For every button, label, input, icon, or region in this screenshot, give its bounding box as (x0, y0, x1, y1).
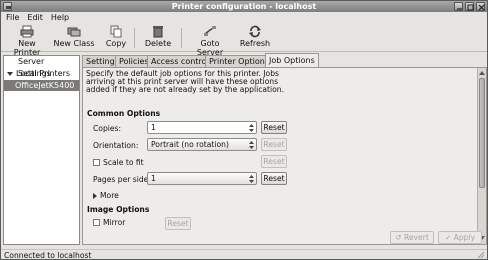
tab-job-options[interactable]: Job Options (265, 53, 319, 67)
status-bar: Connected to localhost (1, 249, 487, 260)
server-settings-item[interactable]: Server Settings (4, 56, 79, 78)
copies-value: 1 (151, 123, 156, 132)
copies-spinner[interactable]: 1 (147, 121, 257, 134)
expander-down-icon[interactable] (7, 71, 13, 76)
pages-per-side-value: 1 (151, 174, 156, 183)
apply-label: Apply (453, 233, 476, 242)
orientation-select[interactable]: Portrait (no rotation) (147, 138, 257, 151)
connect-icon (204, 26, 216, 36)
mirror-checkbox[interactable] (93, 219, 100, 226)
printer-config-window: Printer configuration - localhost File E… (0, 0, 488, 260)
scroll-up-icon[interactable] (479, 70, 485, 76)
image-options-heading: Image Options (87, 205, 150, 214)
combo-arrows-icon (249, 141, 254, 149)
copies-label: Copies: (93, 124, 122, 133)
pages-reset-button[interactable]: Reset (261, 172, 287, 185)
copy-icon (110, 25, 122, 38)
panel-scrollbar[interactable] (477, 68, 486, 244)
scale-to-fit-checkbox[interactable] (93, 159, 100, 166)
pages-per-side-select[interactable]: 1 (147, 172, 257, 185)
minimize-icon[interactable] (454, 2, 463, 11)
class-icon (67, 27, 81, 37)
menu-file[interactable]: File (6, 12, 19, 24)
printer-tree: Server Settings Local Printers OfficeJet… (3, 55, 80, 245)
title-bar: Printer configuration - localhost (1, 1, 487, 12)
revert-button[interactable]: ↺ Revert (390, 231, 434, 244)
copy-label: Copy (105, 39, 127, 48)
toolbar: New Printer New Class Copy Delete Goto S… (1, 24, 487, 57)
tab-bar: Settings Policies Access control Printer… (82, 53, 487, 67)
combo-arrows-icon (249, 175, 254, 183)
local-printers-label: Local Printers (16, 69, 71, 78)
revert-label: Revert (403, 233, 429, 242)
tab-printer-options[interactable]: Printer Options (205, 55, 274, 67)
window-title: Printer configuration - localhost (171, 2, 317, 11)
trash-icon (153, 26, 163, 38)
printer-item-officejet[interactable]: OfficeJetK5400 (4, 80, 79, 91)
menu-bar: File Edit Help (1, 12, 487, 24)
job-options-panel: Specify the default job options for this… (82, 67, 487, 245)
orientation-value: Portrait (no rotation) (151, 140, 229, 149)
expander-right-icon (93, 193, 97, 199)
scroll-thumb[interactable] (479, 78, 485, 188)
mirror-reset-button[interactable]: Reset (165, 217, 191, 230)
apply-icon: ✓ (444, 233, 454, 242)
refresh-icon (249, 25, 261, 38)
new-printer-button[interactable]: New Printer (5, 25, 49, 57)
delete-label: Delete (144, 39, 172, 48)
toolbar-separator (134, 28, 135, 48)
tab-access-control[interactable]: Access control (147, 55, 213, 67)
revert-icon: ↺ (395, 233, 404, 242)
more-label: More (100, 191, 119, 200)
refresh-label: Refresh (239, 39, 271, 48)
mirror-label: Mirror (103, 218, 126, 227)
local-printers-group[interactable]: Local Printers (4, 68, 79, 80)
copies-reset-button[interactable]: Reset (261, 121, 287, 134)
toolbar-separator (181, 28, 182, 48)
new-class-label: New Class (53, 39, 95, 48)
close-icon[interactable] (476, 2, 485, 11)
orientation-reset-button[interactable]: Reset (261, 138, 287, 151)
new-class-button[interactable]: New Class (53, 25, 95, 48)
maximize-icon[interactable] (465, 2, 474, 11)
orientation-label: Orientation: (93, 141, 139, 150)
menu-edit[interactable]: Edit (27, 12, 43, 24)
common-options-heading: Common Options (87, 109, 161, 118)
scale-to-fit-label: Scale to fit (103, 158, 144, 167)
pages-per-side-label: Pages per side: (93, 175, 151, 184)
resize-grip-icon[interactable] (477, 251, 485, 259)
job-options-description: Specify the default job options for this… (86, 69, 285, 94)
more-expander[interactable]: More (93, 191, 119, 200)
window-menu-icon[interactable] (3, 2, 12, 11)
printer-add-icon (20, 25, 34, 38)
menu-help[interactable]: Help (51, 12, 69, 24)
refresh-button[interactable]: Refresh (239, 25, 271, 48)
status-text: Connected to localhost (4, 251, 92, 260)
scale-reset-button[interactable]: Reset (261, 155, 287, 168)
apply-button[interactable]: ✓ Apply (438, 231, 482, 244)
copy-button[interactable]: Copy (103, 25, 129, 48)
delete-button[interactable]: Delete (143, 25, 173, 48)
spin-arrows-icon[interactable] (249, 123, 254, 133)
